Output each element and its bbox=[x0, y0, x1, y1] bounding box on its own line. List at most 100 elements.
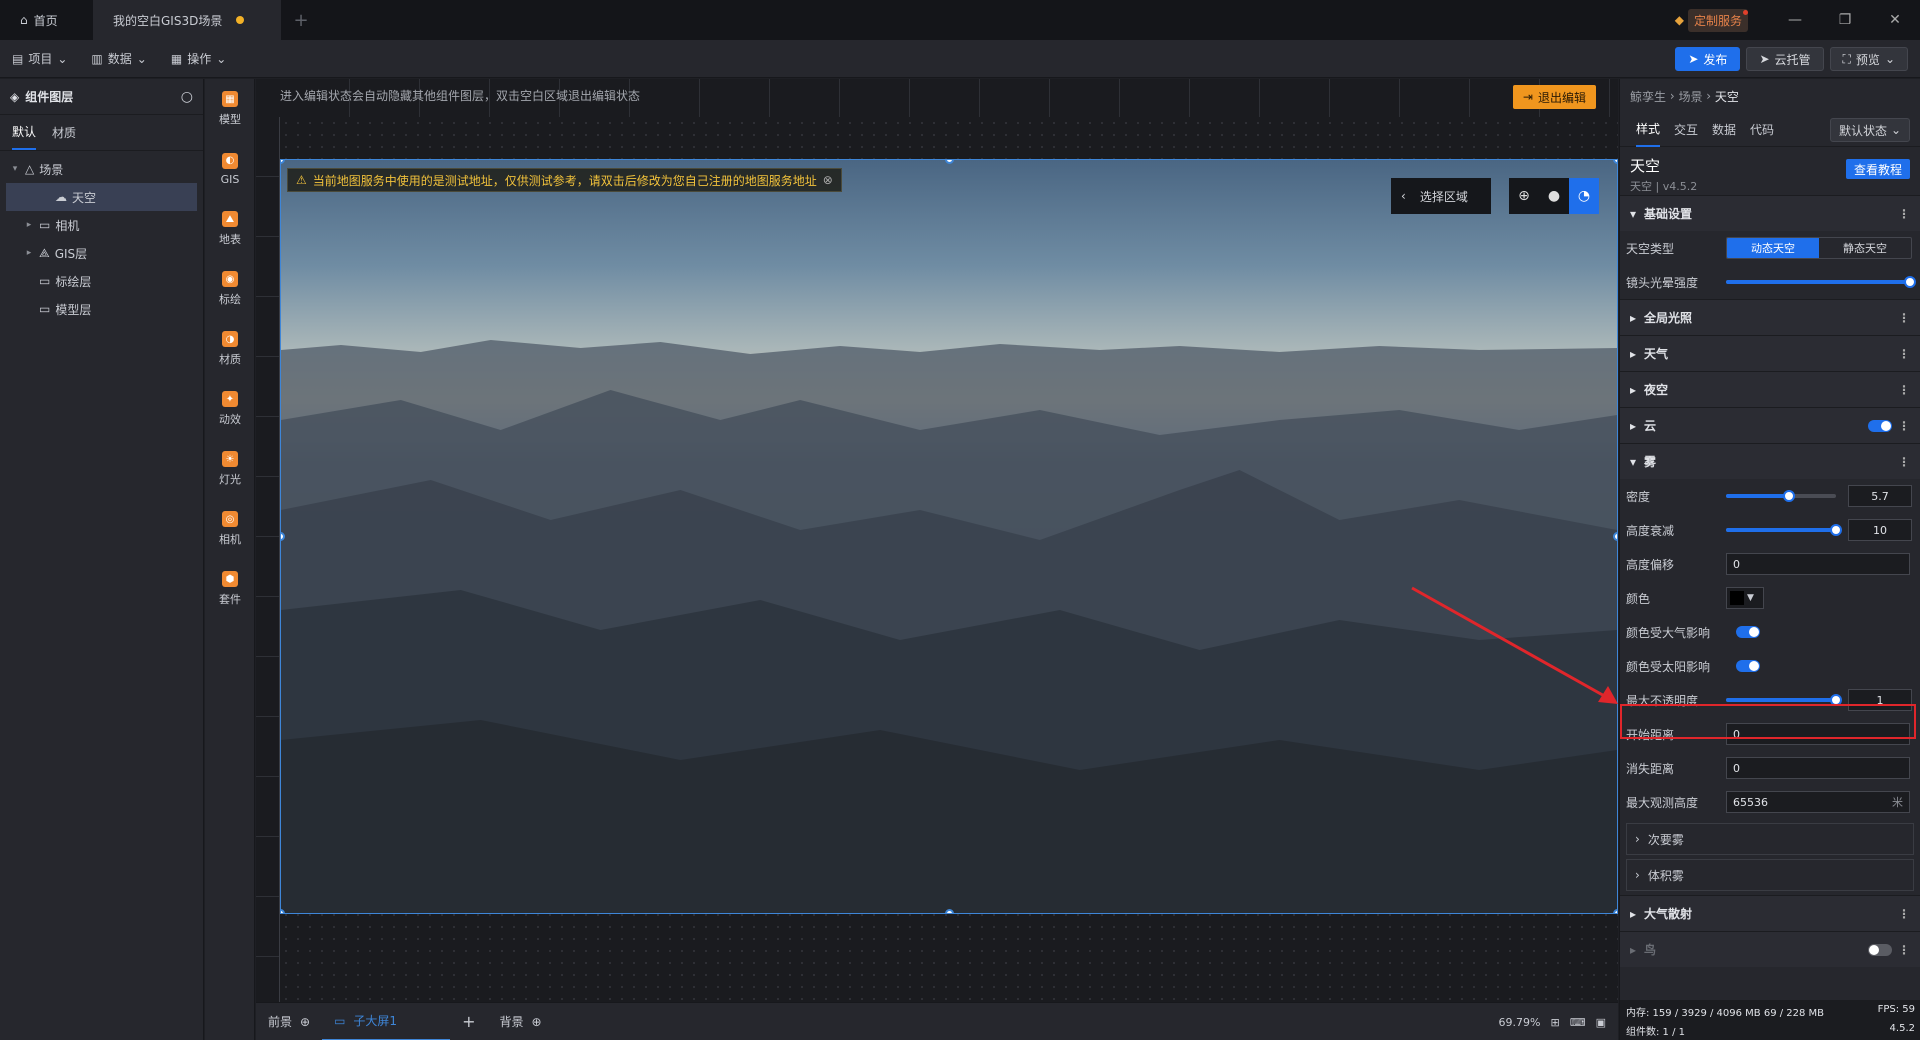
tab-interaction[interactable]: 交互 bbox=[1674, 121, 1698, 138]
tool-5[interactable]: ✦ 动效 bbox=[205, 379, 255, 439]
section-fog[interactable]: ▾ 雾 ⋮ bbox=[1620, 443, 1920, 479]
background-layer-tab[interactable]: 背景 ⊕ bbox=[487, 1003, 553, 1040]
scene-viewport[interactable]: ⚠ 当前地图服务中使用的是测试地址，仅供测试参考，请双击后修改为您自己注册的地图… bbox=[280, 159, 1618, 914]
tool-3[interactable]: ◉ 标绘 bbox=[205, 259, 255, 319]
tab-default[interactable]: 默认 bbox=[12, 115, 37, 150]
resize-handle[interactable] bbox=[945, 160, 954, 164]
keyboard-icon[interactable]: ⌨ bbox=[1570, 1016, 1586, 1029]
more-icon[interactable]: ⋮ bbox=[1898, 907, 1910, 921]
more-icon[interactable]: ⋮ bbox=[1898, 207, 1910, 221]
secondary-fog-section[interactable]: › 次要雾 bbox=[1626, 823, 1914, 855]
height-falloff-slider[interactable] bbox=[1726, 524, 1842, 536]
section-atmosphere[interactable]: ▸ 大气散射 ⋮ bbox=[1620, 895, 1920, 931]
section-collapsed[interactable]: ▸ 全局光照 ⋮ bbox=[1620, 299, 1920, 335]
section-collapsed[interactable]: ▸ 夜空 ⋮ bbox=[1620, 371, 1920, 407]
more-icon[interactable]: ⋮ bbox=[1898, 383, 1910, 397]
add-tab-button[interactable]: + bbox=[281, 0, 321, 40]
state-select[interactable]: 默认状态 ⌄ bbox=[1830, 118, 1910, 142]
color-sun-toggle[interactable] bbox=[1736, 660, 1760, 672]
tab-code[interactable]: 代码 bbox=[1750, 121, 1774, 138]
add-circle-icon[interactable]: ⊕ bbox=[300, 1015, 310, 1029]
sky-dynamic-option[interactable]: 动态天空 bbox=[1727, 238, 1819, 258]
search-icon[interactable]: ○ bbox=[181, 89, 193, 105]
tree-item[interactable]: ▾ △ 场景 bbox=[0, 155, 203, 183]
birds-toggle[interactable] bbox=[1868, 943, 1892, 956]
add-circle-icon[interactable]: ⊕ bbox=[532, 1015, 542, 1029]
custom-service-button[interactable]: ◆ 定制服务 bbox=[1675, 8, 1749, 32]
tab-material[interactable]: 材质 bbox=[52, 124, 76, 141]
tool-6[interactable]: ☀ 灯光 bbox=[205, 439, 255, 499]
cloud-button[interactable]: ➤ 云托管 bbox=[1746, 47, 1824, 71]
slider-knob[interactable] bbox=[1830, 524, 1842, 536]
menu-data[interactable]: ▥ 数据 ⌄ bbox=[79, 50, 158, 67]
tab-data[interactable]: 数据 bbox=[1712, 121, 1736, 138]
density-slider[interactable] bbox=[1726, 490, 1836, 502]
tool-8[interactable]: ⬢ 套件 bbox=[205, 559, 255, 619]
caret-icon[interactable]: ▸ bbox=[24, 248, 34, 258]
height-falloff-input[interactable]: 10 bbox=[1848, 519, 1912, 541]
tab-scene[interactable]: 我的空白GIS3D场景 bbox=[93, 0, 281, 40]
menu-project[interactable]: ▤ 项目 ⌄ bbox=[0, 50, 79, 67]
more-icon[interactable]: ⋮ bbox=[1898, 419, 1910, 433]
max-observe-height-input[interactable]: 65536 米 bbox=[1726, 791, 1910, 813]
crumb-root[interactable]: 鲸孪生 bbox=[1630, 88, 1666, 105]
tutorial-button[interactable]: 查看教程 bbox=[1845, 159, 1910, 179]
tab-style[interactable]: 样式 bbox=[1636, 112, 1661, 147]
globe-icon[interactable]: ⊕ bbox=[1509, 178, 1539, 214]
resize-handle[interactable] bbox=[945, 909, 954, 913]
density-input[interactable]: 5.7 bbox=[1848, 485, 1912, 507]
color-atmos-toggle[interactable] bbox=[1736, 626, 1760, 638]
fade-distance-input[interactable]: 0 bbox=[1726, 757, 1910, 779]
tree-item[interactable]: ▭ 模型层 bbox=[0, 295, 203, 323]
start-distance-input[interactable]: 0 bbox=[1726, 723, 1910, 745]
tree-item[interactable]: ▸ ▭ 相机 bbox=[0, 211, 203, 239]
more-icon[interactable]: ⋮ bbox=[1898, 455, 1910, 469]
tool-7[interactable]: ◎ 相机 bbox=[205, 499, 255, 559]
caret-icon[interactable]: ▸ bbox=[24, 220, 34, 230]
more-icon[interactable]: ⋮ bbox=[1898, 311, 1910, 325]
tool-4[interactable]: ◑ 材质 bbox=[205, 319, 255, 379]
close-icon[interactable]: ✕ bbox=[1870, 0, 1920, 40]
tree-item[interactable]: ▸ ⟁ GIS层 bbox=[0, 239, 203, 267]
max-opacity-input[interactable]: 1 bbox=[1848, 689, 1912, 711]
menu-operate[interactable]: ▦ 操作 ⌄ bbox=[159, 50, 238, 67]
front-layer-tab[interactable]: 前景 ⊕ bbox=[256, 1003, 322, 1040]
more-icon[interactable]: ⋮ bbox=[1898, 943, 1910, 957]
tool-2[interactable]: ⛰ 地表 bbox=[205, 199, 255, 259]
select-region-button[interactable]: ‹ 选择区域 bbox=[1391, 178, 1491, 214]
circle-icon[interactable]: ● bbox=[1539, 178, 1569, 214]
section-basic[interactable]: ▾ 基础设置 ⋮ bbox=[1620, 195, 1920, 231]
restore-icon[interactable]: ❐ bbox=[1820, 0, 1870, 40]
sky-static-option[interactable]: 静态天空 bbox=[1819, 238, 1911, 258]
volume-fog-section[interactable]: › 体积雾 bbox=[1626, 859, 1914, 891]
zoom-level[interactable]: 69.79% bbox=[1499, 1016, 1541, 1029]
height-offset-input[interactable]: 0 bbox=[1726, 553, 1910, 575]
slider-knob[interactable] bbox=[1782, 490, 1795, 502]
tree-item[interactable]: ▭ 标绘层 bbox=[0, 267, 203, 295]
caret-icon[interactable]: ▾ bbox=[10, 164, 20, 174]
resize-handle[interactable] bbox=[1613, 532, 1617, 541]
resize-handle[interactable] bbox=[1613, 160, 1617, 164]
close-icon[interactable]: ⊗ bbox=[823, 173, 833, 187]
section-collapsed[interactable]: ▸ 天气 ⋮ bbox=[1620, 335, 1920, 371]
color-picker[interactable]: ▼ bbox=[1726, 587, 1764, 609]
max-opacity-slider[interactable] bbox=[1726, 694, 1842, 706]
publish-button[interactable]: ➤ 发布 bbox=[1675, 47, 1741, 71]
exit-edit-button[interactable]: ⇥ 退出编辑 bbox=[1512, 85, 1596, 109]
terminal-icon[interactable]: ▣ bbox=[1596, 1016, 1606, 1029]
cloud-toggle[interactable] bbox=[1868, 419, 1892, 432]
editor-canvas[interactable]: 进入编辑状态会自动隐藏其他组件图层，双击空白区域退出编辑状态 ⇥ 退出编辑 ⚠ … bbox=[256, 79, 1618, 1002]
crumb-scene[interactable]: 场景 bbox=[1678, 88, 1702, 105]
resize-handle[interactable] bbox=[281, 160, 285, 164]
fit-screen-icon[interactable]: ⊞ bbox=[1550, 1016, 1559, 1029]
lens-flare-slider[interactable] bbox=[1726, 276, 1916, 288]
tab-home[interactable]: ⌂ 首页 bbox=[0, 0, 93, 40]
tool-0[interactable]: ▦ 模型 bbox=[205, 79, 255, 139]
slider-knob[interactable] bbox=[1830, 694, 1842, 706]
tool-1[interactable]: ◐ GIS bbox=[205, 139, 255, 199]
refresh-icon[interactable]: ◔ bbox=[1569, 178, 1599, 214]
minimize-icon[interactable]: — bbox=[1770, 0, 1820, 40]
preview-button[interactable]: ⛶ 预览 ⌄ bbox=[1829, 47, 1908, 71]
section-birds[interactable]: ▸ 鸟 ⋮ bbox=[1620, 931, 1920, 967]
more-icon[interactable]: ⋮ bbox=[1898, 347, 1910, 361]
